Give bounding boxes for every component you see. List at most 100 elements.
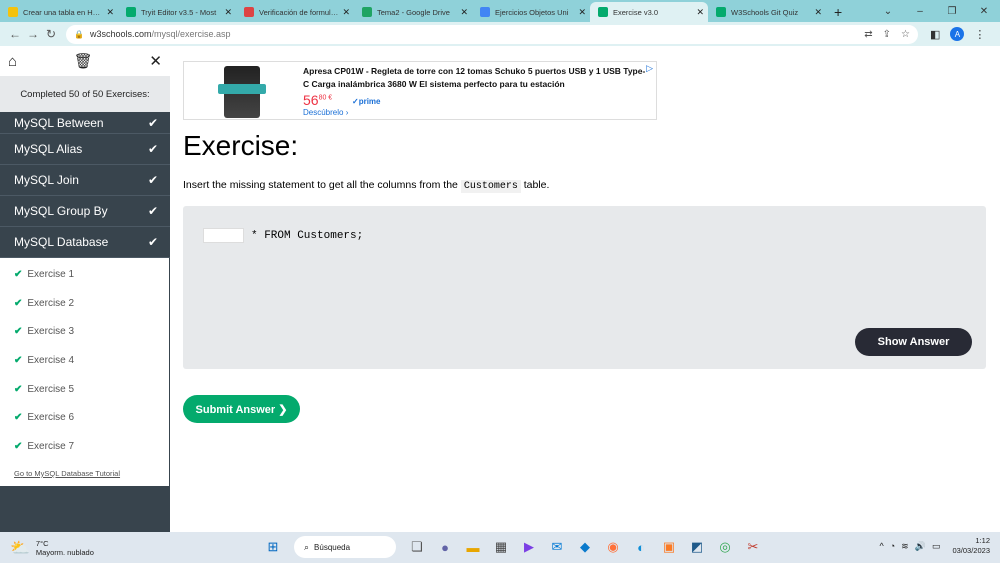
close-window-icon[interactable]: ✕	[968, 6, 1000, 17]
start-icon[interactable]: ⊞	[262, 536, 284, 558]
code-box: * FROM Customers; Show Answer	[183, 206, 986, 369]
tutorial-link[interactable]: Go to MySQL Database Tutorial	[0, 461, 169, 486]
prime-badge: ✓prime	[352, 97, 381, 106]
task-view-icon[interactable]: ❏	[406, 536, 428, 558]
exercise-label: Exercise 7	[27, 440, 75, 452]
um-icon	[244, 7, 254, 17]
trash-icon[interactable]: 🗑	[74, 52, 93, 70]
sidebar-section[interactable]: MySQL Between ✔	[0, 112, 170, 134]
minimize-icon[interactable]: –	[904, 6, 936, 17]
exercise-item[interactable]: ✔ Exercise 5	[0, 375, 169, 404]
sidebar-section[interactable]: MySQL Database ✔	[0, 227, 170, 258]
check-icon: ✔	[14, 354, 23, 366]
restore-icon[interactable]: ❐	[936, 6, 968, 17]
mysql-workbench-icon[interactable]: ◩	[686, 536, 708, 558]
sidebar-section[interactable]: MySQL Group By ✔	[0, 196, 170, 227]
file-explorer-icon[interactable]: ▬	[462, 536, 484, 558]
progress-text: Completed 50 of 50 Exercises:	[0, 76, 170, 112]
submit-answer-button[interactable]: Submit Answer ❯	[183, 395, 300, 423]
new-tab-button[interactable]: +	[826, 2, 850, 22]
close-tab-icon[interactable]: ✕	[342, 7, 350, 18]
media-player-icon[interactable]: ▶	[518, 536, 540, 558]
check-icon: ✔	[147, 116, 158, 130]
product-image[interactable]	[218, 66, 266, 118]
chrome-icon[interactable]: ◎	[714, 536, 736, 558]
drive-icon	[362, 7, 372, 17]
url-input[interactable]: 🔒 w3schools.com/mysql/exercise.asp ⇄ ⇪ ☆	[66, 24, 918, 44]
exercise-item[interactable]: ✔ Exercise 1	[0, 260, 169, 289]
home-icon[interactable]: ⌂	[8, 53, 17, 70]
chevron-up-icon[interactable]: ^	[880, 541, 884, 551]
answer-input[interactable]	[203, 228, 244, 243]
close-tab-icon[interactable]: ✕	[696, 7, 704, 18]
weather-widget[interactable]: ⛅ 7°C Mayorm. nublado	[0, 538, 140, 558]
instruction-code: Customers	[460, 180, 521, 193]
close-tab-icon[interactable]: ✕	[814, 7, 822, 18]
edge-icon[interactable]: ◐	[630, 536, 652, 558]
profile-avatar[interactable]: A	[950, 27, 965, 41]
forward-icon[interactable]: →	[24, 27, 42, 41]
w3schools-icon	[716, 7, 726, 17]
taskbar-search[interactable]: ⌕ Búsqueda	[294, 536, 396, 558]
weather-desc: Mayorm. nublado	[35, 547, 94, 557]
browser-tab[interactable]: W3Schools Git Quiz ✕	[708, 2, 826, 22]
exercise-item[interactable]: ✔ Exercise 6	[0, 403, 169, 432]
browser-tab[interactable]: Tryit Editor v3.5 - Most ✕	[118, 2, 236, 22]
show-answer-button[interactable]: Show Answer	[855, 328, 972, 356]
browser-tab[interactable]: Crear una tabla en HTML ✕	[0, 2, 118, 22]
tab-label: Exercise v3.0	[613, 7, 659, 17]
ad-banner[interactable]: Apresa CP01W - Regleta de torre con 12 t…	[183, 61, 657, 120]
sidebar-toolbar: ⌂ 🗑 ✕	[0, 46, 170, 76]
network-icon[interactable]: ◔	[890, 541, 895, 551]
battery-icon[interactable]: ▭	[932, 541, 941, 552]
ad-link[interactable]: Descúbrelo ›	[303, 108, 348, 117]
xampp-icon[interactable]: ▣	[658, 536, 680, 558]
tab-label: Crear una tabla en HTML	[23, 7, 103, 17]
close-tab-icon[interactable]: ✕	[578, 7, 586, 18]
sidebar-section[interactable]: MySQL Join ✔	[0, 165, 170, 196]
browser-tab[interactable]: Exercise v3.0 ✕	[590, 2, 708, 22]
sidebar-section[interactable]: MySQL Alias ✔	[0, 134, 170, 165]
tab-label: W3Schools Git Quiz	[731, 7, 799, 17]
exercise-item[interactable]: ✔ Exercise 4	[0, 346, 169, 375]
exercise-item[interactable]: ✔ Exercise 7	[0, 432, 169, 461]
close-tab-icon[interactable]: ✕	[106, 7, 114, 18]
browser-tab[interactable]: Ejercicios Objetos Uni ✕	[472, 2, 590, 22]
browser-tab[interactable]: Verificación de formulario ✕	[236, 2, 354, 22]
w3schools-icon	[598, 7, 608, 17]
vscode-icon[interactable]: ◆	[574, 536, 596, 558]
chevron-down-icon[interactable]: ⌄	[872, 6, 904, 17]
exercise-item[interactable]: ✔ Exercise 2	[0, 289, 169, 318]
browser-tab[interactable]: Tema2 - Google Drive ✕	[354, 2, 472, 22]
lock-icon[interactable]: 🔒	[74, 30, 84, 39]
bookmark-star-icon[interactable]: ☆	[901, 29, 910, 40]
clock[interactable]: 1:12 03/03/2023	[952, 536, 990, 556]
translate-icon[interactable]: ⇄	[864, 29, 872, 40]
ad-title[interactable]: Apresa CP01W - Regleta de torre con 12 t…	[303, 65, 648, 91]
reload-icon[interactable]: ↻	[42, 27, 60, 41]
ad-price: 5680 €	[303, 92, 332, 108]
share-icon[interactable]: ⇪	[883, 29, 891, 40]
mail-icon[interactable]: ✉	[546, 536, 568, 558]
close-tab-icon[interactable]: ✕	[224, 7, 232, 18]
close-icon[interactable]: ✕	[149, 52, 162, 70]
exercise-item[interactable]: ✔ Exercise 3	[0, 317, 169, 346]
snipping-tool-icon[interactable]: ✂	[742, 536, 764, 558]
taskbar-apps: ⊞ ⌕ Búsqueda ❏ ● ▬ ▦ ▶ ✉ ◆ ◉ ◐ ▣ ◩ ◎ ✂	[262, 536, 764, 558]
price-cents: 80 €	[318, 94, 333, 102]
adchoices-icon[interactable]: ▷	[646, 63, 653, 74]
store-icon[interactable]: ▦	[490, 536, 512, 558]
menu-kebab-icon[interactable]: ⋮	[974, 28, 985, 41]
code-line: * FROM Customers;	[203, 228, 363, 243]
wifi-icon[interactable]: ≋	[901, 541, 909, 552]
firefox-icon[interactable]: ◉	[602, 536, 624, 558]
volume-icon[interactable]: 🔊	[915, 541, 926, 552]
close-tab-icon[interactable]: ✕	[460, 7, 468, 18]
section-label: MySQL Database	[14, 235, 109, 249]
chat-icon[interactable]: ●	[434, 536, 456, 558]
instruction-text: Insert the missing statement to get all …	[183, 179, 458, 191]
exercise-label: Exercise 2	[27, 297, 75, 309]
check-icon: ✔	[14, 412, 23, 424]
back-icon[interactable]: ←	[6, 27, 24, 41]
side-panel-icon[interactable]: ◧	[930, 28, 940, 41]
